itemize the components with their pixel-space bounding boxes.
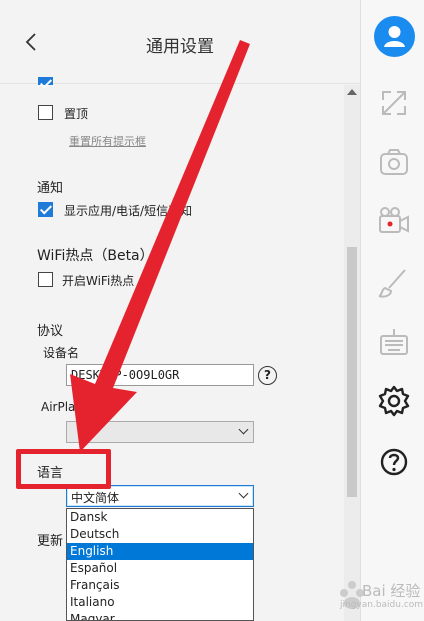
right-toolbar <box>360 0 424 621</box>
language-select-value: 中文简体 <box>71 491 120 505</box>
video-record-icon[interactable] <box>375 202 413 240</box>
gear-icon[interactable] <box>375 382 413 420</box>
help-icon[interactable] <box>375 443 413 481</box>
pin-top-label: 置顶 <box>64 107 89 121</box>
language-option[interactable]: Dansk <box>67 509 253 526</box>
settings-header: 通用设置 <box>0 0 360 84</box>
page-title: 通用设置 <box>146 37 214 57</box>
language-option[interactable]: Français <box>67 577 253 594</box>
show-calls-checkbox[interactable] <box>38 202 53 217</box>
chevron-down-icon <box>238 488 249 499</box>
protocol-section-title: 协议 <box>37 324 64 339</box>
wifi-section-title: WiFi热点（Beta） <box>37 248 154 264</box>
language-option[interactable]: Español <box>67 560 253 577</box>
language-option[interactable]: English <box>67 543 253 560</box>
avatar-icon[interactable] <box>374 16 415 57</box>
show-calls-label: 显示应用/电话/短信通知 <box>64 204 193 218</box>
watermark-subtext: jingyan.baidu.com <box>340 600 424 610</box>
watermark-text: Bai 经验 <box>362 582 421 600</box>
annotation-highlight-box <box>16 449 111 489</box>
notify-section-title: 通知 <box>37 181 64 196</box>
language-option[interactable]: Magyar <box>67 611 253 620</box>
brush-icon[interactable] <box>375 264 413 302</box>
wifi-enable-checkbox[interactable] <box>38 272 53 287</box>
help-icon[interactable]: ? <box>258 366 277 385</box>
fullscreen-icon[interactable] <box>375 84 413 122</box>
airplay-label: AirPlay <box>41 400 83 414</box>
chevron-down-icon <box>238 424 249 435</box>
scrollbar[interactable] <box>344 85 360 621</box>
scroll-up-arrow[interactable] <box>347 89 357 95</box>
language-option[interactable]: Italiano <box>67 594 253 611</box>
partial-checkbox[interactable] <box>38 77 53 85</box>
language-option[interactable]: Deutsch <box>67 526 253 543</box>
airplay-select[interactable] <box>66 421 254 443</box>
reset-tips-link[interactable]: 重置所有提示框 <box>69 133 146 149</box>
language-dropdown-list[interactable]: Dansk Deutsch English Español Français I… <box>66 508 254 621</box>
update-section-title: 更新 <box>37 534 64 549</box>
pin-top-checkbox[interactable] <box>38 105 53 120</box>
camera-icon[interactable] <box>375 143 413 181</box>
keyboard-icon[interactable] <box>375 324 413 362</box>
device-name-input[interactable]: DESKTOP-0O9L0GR <box>66 364 254 386</box>
scroll-thumb[interactable] <box>347 247 357 497</box>
device-name-label: 设备名 <box>43 346 80 360</box>
wifi-enable-label: 开启WiFi热点 <box>62 274 135 288</box>
